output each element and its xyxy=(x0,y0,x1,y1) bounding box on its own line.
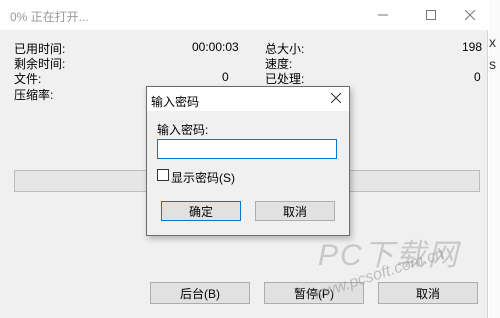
processed-label: 已处理: xyxy=(265,72,305,86)
maximize-icon[interactable] xyxy=(413,0,449,30)
total-size-value: 198 xyxy=(462,40,483,54)
dialog-cancel-button[interactable]: 取消 xyxy=(255,201,335,221)
window-title: 0% 正在打开... xyxy=(10,10,89,24)
pause-button[interactable]: 暂停(P) xyxy=(264,282,364,304)
minimize-icon[interactable] xyxy=(365,0,401,30)
ratio-label: 压缩率: xyxy=(14,88,54,102)
dialog-title-bar[interactable]: 输入密码 xyxy=(147,87,349,111)
cancel-button[interactable]: 取消 xyxy=(378,282,478,304)
background-window-edge: x s xyxy=(489,0,500,318)
files-label: 文件: xyxy=(14,72,42,86)
background-button[interactable]: 后台(B) xyxy=(150,282,250,304)
dialog-close-icon[interactable] xyxy=(330,92,342,106)
files-value: 0 xyxy=(222,70,229,84)
elapsed-value: 00:00:03 xyxy=(192,40,239,54)
processed-value: 0 xyxy=(474,70,481,84)
title-bar[interactable]: 0% 正在打开... xyxy=(0,0,488,30)
dialog-title: 输入密码 xyxy=(151,95,200,109)
show-password-checkbox[interactable] xyxy=(157,169,169,181)
ok-button[interactable]: 确定 xyxy=(161,201,241,221)
edge-close-icon: x xyxy=(489,34,496,50)
show-password-label[interactable]: 显示密码(S) xyxy=(171,169,235,186)
password-label: 输入密码: xyxy=(157,123,209,137)
password-dialog: 输入密码 输入密码: 显示密码(S) 确定 取消 xyxy=(146,86,350,236)
edge-glyph: s xyxy=(489,56,496,72)
close-icon[interactable] xyxy=(452,0,488,30)
password-input[interactable] xyxy=(157,139,337,159)
